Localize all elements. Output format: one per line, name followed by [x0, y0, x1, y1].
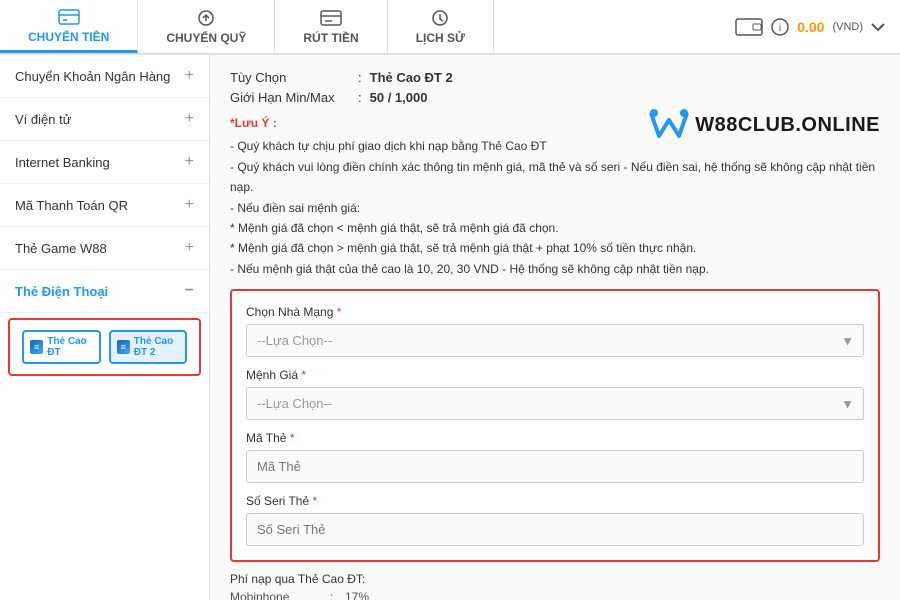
so-seri-required: *: [313, 494, 318, 508]
tab-lich-su[interactable]: LỊCH SỬ: [388, 0, 494, 53]
logo-text: W88CLUB.ONLINE: [695, 114, 880, 137]
gioi-han-colon: :: [358, 90, 362, 105]
menh-gia-group: Mệnh Giá * --Lựa Chọn-- ▼: [246, 368, 864, 420]
ma-the-input[interactable]: [246, 450, 864, 483]
transfer-icon: [58, 7, 80, 27]
card-dt-icon: ≡: [30, 340, 43, 354]
sidebar-item-internet-banking[interactable]: Internet Banking +: [0, 141, 209, 184]
logo-area: W88CLUB.ONLINE: [649, 108, 880, 143]
card-option-the-cao-dt2-label: Thẻ Cao ĐT 2: [134, 336, 179, 358]
ma-the-required: *: [290, 431, 295, 445]
tab-chuyen-tien-label: CHUYỂN TIỀN: [28, 30, 109, 44]
plus-icon-3: +: [185, 196, 194, 214]
fee-section: Phí nạp qua Thẻ Cao ĐT: Mobiphone : 17% …: [230, 572, 880, 600]
ma-the-group: Mã Thẻ *: [246, 431, 864, 483]
sidebar-item-the-game-label: Thẻ Game W88: [15, 241, 107, 256]
note-line-1: - Quý khách vui lòng điền chính xác thôn…: [230, 157, 880, 198]
note-line-5: - Nếu mệnh giá thật của thẻ cao là 10, 2…: [230, 259, 880, 279]
sidebar-item-ma-thanh-toan[interactable]: Mã Thanh Toán QR +: [0, 184, 209, 227]
so-seri-group: Số Seri Thẻ *: [246, 494, 864, 546]
fund-icon: [195, 8, 217, 28]
info-icon[interactable]: i: [771, 18, 789, 36]
nha-mang-group: Chọn Nhà Mạng * --Lựa Chọn-- ▼: [246, 305, 864, 357]
sidebar-item-chuyen-khoan[interactable]: Chuyển Khoản Ngân Hàng +: [0, 55, 209, 98]
so-seri-label: Số Seri Thẻ *: [246, 494, 864, 508]
sidebar-item-chuyen-khoan-label: Chuyển Khoản Ngân Hàng: [15, 69, 170, 84]
logo-w-icon: [649, 108, 689, 143]
plus-icon-4: +: [185, 239, 194, 257]
wallet-icon: [735, 16, 763, 38]
card-option-the-cao-dt2[interactable]: ≡ Thẻ Cao ĐT 2: [109, 330, 188, 364]
header-right: i 0.00 (VND): [735, 16, 900, 38]
tab-chuyen-quy[interactable]: CHUYỂN QUỸ: [138, 0, 275, 53]
tab-chuyen-quy-label: CHUYỂN QUỸ: [166, 31, 246, 45]
sidebar-item-the-dien-thoai[interactable]: Thẻ Điện Thoại −: [0, 270, 209, 313]
sidebar-item-vi-dien-tu[interactable]: Ví điện tử +: [0, 98, 209, 141]
sidebar-item-the-game[interactable]: Thẻ Game W88 +: [0, 227, 209, 270]
tuy-chon-label: Tùy Chọn: [230, 70, 350, 85]
history-icon: [429, 8, 451, 28]
info-section: Tùy Chọn : Thẻ Cao ĐT 2 Giới Hạn Min/Max…: [230, 70, 880, 105]
deposit-form: Chọn Nhà Mạng * --Lựa Chọn-- ▼ Mệnh Giá …: [230, 289, 880, 562]
plus-icon-1: +: [185, 110, 194, 128]
gioi-han-value: 50 / 1,000: [370, 90, 428, 105]
tab-rut-tien[interactable]: RÚT TIỀN: [275, 0, 387, 53]
tab-lich-su-label: LỊCH SỬ: [416, 31, 465, 45]
nha-mang-label: Chọn Nhà Mạng *: [246, 305, 864, 319]
balance-display: 0.00: [797, 19, 824, 35]
tab-rut-tien-label: RÚT TIỀN: [303, 31, 358, 45]
menh-gia-select[interactable]: --Lựa Chọn--: [246, 387, 864, 420]
fee-title: Phí nạp qua Thẻ Cao ĐT:: [230, 572, 880, 586]
tuy-chon-row: Tùy Chọn : Thẻ Cao ĐT 2: [230, 70, 880, 85]
minus-icon: −: [185, 282, 194, 300]
fee-name-0: Mobiphone: [230, 590, 330, 600]
sidebar-item-the-dien-thoai-label: Thẻ Điện Thoại: [15, 284, 108, 299]
card-option-the-cao-dt[interactable]: ≡ Thẻ Cao ĐT: [22, 330, 101, 364]
chevron-down-icon[interactable]: [871, 22, 885, 32]
nha-mang-required: *: [337, 305, 342, 319]
sidebar: Chuyển Khoản Ngân Hàng + Ví điện tử + In…: [0, 55, 210, 600]
menh-gia-required: *: [301, 368, 306, 382]
gioi-han-row: Giới Hạn Min/Max : 50 / 1,000: [230, 90, 880, 105]
nha-mang-select[interactable]: --Lựa Chọn--: [246, 324, 864, 357]
withdraw-icon: [320, 8, 342, 28]
tuy-chon-value: Thẻ Cao ĐT 2: [370, 70, 453, 85]
main-content: Tùy Chọn : Thẻ Cao ĐT 2 Giới Hạn Min/Max…: [210, 55, 900, 600]
sidebar-item-ma-thanh-toan-label: Mã Thanh Toán QR: [15, 198, 128, 213]
svg-text:i: i: [779, 23, 781, 34]
tab-chuyen-tien[interactable]: CHUYỂN TIỀN: [0, 0, 138, 53]
note-line-3: * Mệnh giá đã chọn < mệnh giá thật, sẽ t…: [230, 218, 880, 238]
note-line-4: * Mệnh giá đã chọn > mệnh giá thật, sẽ t…: [230, 238, 880, 258]
fee-colon-0: :: [330, 590, 345, 600]
tuy-chon-colon: :: [358, 70, 362, 85]
sidebar-item-vi-dien-tu-label: Ví điện tử: [15, 112, 71, 127]
fee-val-0: 17%: [345, 590, 385, 600]
card-dt2-icon: ≡: [117, 340, 130, 354]
fee-list: Mobiphone : 17% Vinaphone : 16% Viettel …: [230, 590, 880, 600]
plus-icon-0: +: [185, 67, 194, 85]
gioi-han-label: Giới Hạn Min/Max: [230, 90, 350, 105]
menh-gia-label: Mệnh Giá *: [246, 368, 864, 382]
currency-display: (VND): [832, 21, 863, 33]
ma-the-label: Mã Thẻ *: [246, 431, 864, 445]
sidebar-item-internet-banking-label: Internet Banking: [15, 155, 110, 170]
plus-icon-2: +: [185, 153, 194, 171]
card-option-the-cao-dt-label: Thẻ Cao ĐT: [47, 336, 92, 358]
note-line-2: - Nếu điền sai mệnh giá:: [230, 198, 880, 218]
card-options-container: ≡ Thẻ Cao ĐT ≡ Thẻ Cao ĐT 2: [8, 318, 201, 376]
layout: Chuyển Khoản Ngân Hàng + Ví điện tử + In…: [0, 55, 900, 600]
so-seri-input[interactable]: [246, 513, 864, 546]
header: CHUYỂN TIỀN CHUYỂN QUỸ RÚT TIỀN LỊCH SỬ: [0, 0, 900, 55]
